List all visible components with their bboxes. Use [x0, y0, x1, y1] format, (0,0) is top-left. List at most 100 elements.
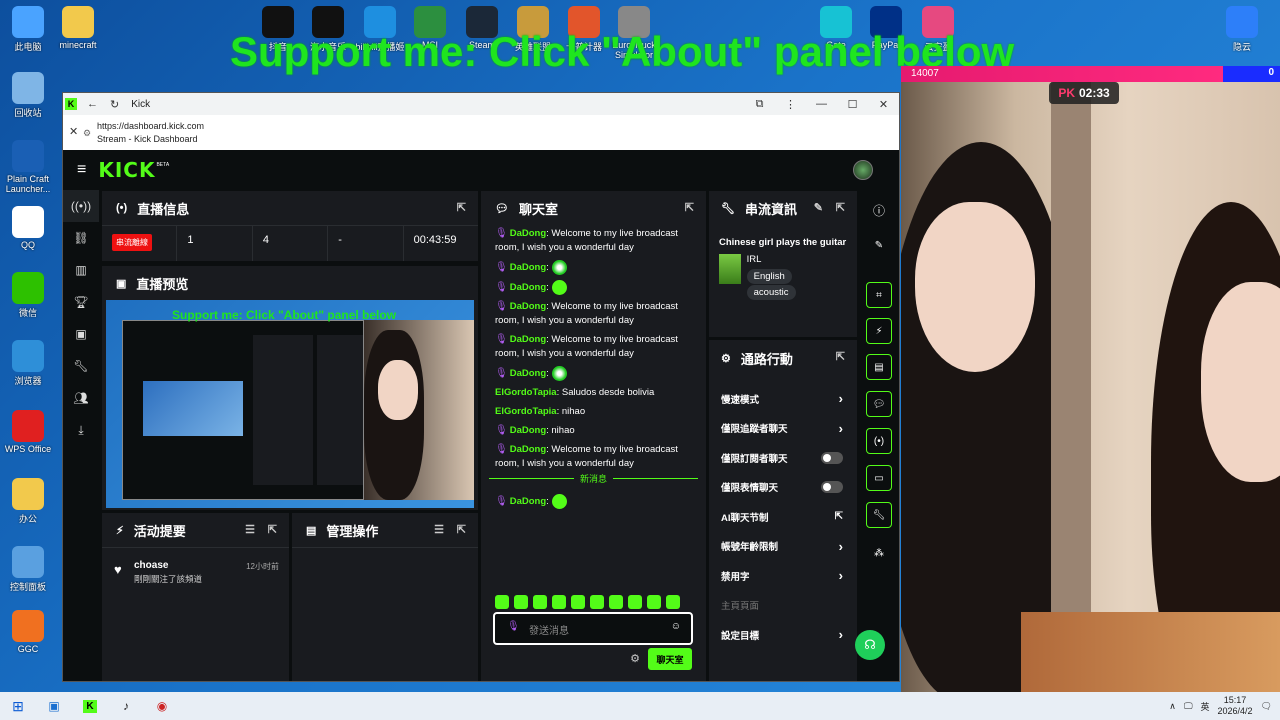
chat-username[interactable]: ElGordoTapia: [495, 406, 557, 417]
desktop-icon[interactable]: Plain Craft Launcher...: [0, 140, 56, 194]
desktop-icon[interactable]: 回收站: [0, 72, 56, 119]
emote-button[interactable]: [666, 595, 680, 609]
popout-icon[interactable]: ⇱: [836, 350, 845, 363]
emote-button[interactable]: [552, 595, 566, 609]
emote-button[interactable]: [590, 595, 604, 609]
send-chat-button[interactable]: 聊天室: [648, 648, 692, 670]
desktop-icon[interactable]: 办公: [0, 478, 56, 525]
input-language[interactable]: 英: [1201, 700, 1210, 713]
emote-button[interactable]: [628, 595, 642, 609]
desktop-icon[interactable]: 浏览器: [0, 340, 56, 387]
reload-icon[interactable]: ↻: [110, 98, 119, 111]
start-icon[interactable]: ⊞: [0, 692, 36, 720]
notification-icon[interactable]: 🗨︎: [1261, 701, 1272, 712]
hamburger-menu-icon[interactable]: ≡: [77, 161, 86, 179]
shortcut-item[interactable]: 僅限表情聊天: [709, 473, 857, 503]
emote-button[interactable]: [533, 595, 547, 609]
shortcut-item[interactable]: 慢速模式 ›: [709, 384, 857, 414]
shortcut-item[interactable]: 僅限訂閱者聊天: [709, 443, 857, 473]
chat-bubble-icon[interactable]: 💬︎: [866, 391, 892, 417]
emote-button[interactable]: [514, 595, 528, 609]
wrench-icon[interactable]: 🔧︎: [63, 350, 99, 382]
network-icon[interactable]: 🖵︎: [1184, 701, 1193, 712]
kick-logo[interactable]: KICK: [98, 158, 155, 182]
nodes-icon[interactable]: ⁂: [866, 540, 892, 566]
edit-icon[interactable]: ✎: [866, 232, 892, 258]
gear-icon[interactable]: ⚙: [630, 652, 640, 665]
popout-icon[interactable]: ⇱: [685, 201, 694, 214]
close-window-button[interactable]: ✕: [868, 98, 899, 111]
desktop-icon[interactable]: WPS Office: [0, 410, 56, 454]
shortcut-item[interactable]: 設定目標 ›: [709, 620, 857, 650]
bolt-icon[interactable]: ⚡︎: [866, 318, 892, 344]
emote-button[interactable]: [495, 595, 509, 609]
toggle-switch[interactable]: [821, 481, 843, 494]
shortcut-item[interactable]: 禁用字 ›: [709, 561, 857, 591]
help-headset-icon[interactable]: ☊: [855, 630, 885, 660]
chat-username[interactable]: DaDong: [510, 368, 546, 379]
close-icon[interactable]: ✕: [69, 126, 78, 139]
chat-username[interactable]: DaDong: [510, 334, 546, 345]
emote-button[interactable]: [609, 595, 623, 609]
capture-icon[interactable]: ⌗: [866, 282, 892, 308]
menu-dots-icon[interactable]: ⋮: [775, 98, 806, 111]
taskbar-tiktok-icon[interactable]: ♪: [108, 692, 144, 720]
trophy-icon[interactable]: 🏆︎: [63, 286, 99, 318]
popout-icon[interactable]: ⇱: [457, 201, 466, 214]
shortcut-item[interactable]: 帳號年齡限制 ›: [709, 532, 857, 562]
emote-button[interactable]: [647, 595, 661, 609]
desktop-icon[interactable]: QQ: [0, 206, 56, 250]
taskbar-desktop-icon[interactable]: ▣: [36, 692, 72, 720]
chat-username[interactable]: DaDong: [510, 425, 546, 436]
taskbar-recorder-icon[interactable]: ◉: [144, 692, 180, 720]
users-icon[interactable]: 👥︎: [63, 382, 99, 414]
taskbar-kick-icon[interactable]: K: [72, 692, 108, 720]
chat-username[interactable]: DaDong: [510, 262, 546, 273]
chat-username[interactable]: DaDong: [510, 301, 546, 312]
info-icon[interactable]: ⓘ: [866, 197, 892, 223]
layout-icon[interactable]: ▭: [866, 465, 892, 491]
desktop-icon[interactable]: minecraft: [50, 6, 106, 50]
url-text[interactable]: https://dashboard.kick.com: [97, 120, 899, 133]
desktop-icon[interactable]: 控制面板: [0, 546, 56, 593]
popout-icon[interactable]: ⇱: [836, 201, 845, 214]
document-icon[interactable]: ▤: [866, 354, 892, 380]
shortcut-item[interactable]: AI聊天节制 ⇱: [709, 502, 857, 532]
chat-username[interactable]: DaDong: [510, 228, 546, 239]
video-icon[interactable]: ▣: [63, 318, 99, 350]
clock[interactable]: 15:17 2026/4/2: [1218, 695, 1253, 717]
shortcut-item[interactable]: 僅限追蹤者聊天 ›: [709, 414, 857, 444]
chat-username[interactable]: DaDong: [510, 444, 546, 455]
desktop-icon[interactable]: 隐云: [1214, 6, 1270, 53]
avatar[interactable]: [853, 160, 873, 180]
taskbar: ⊞ ▣ K ♪ ◉ ∧ 🖵︎ 英 15:17 2026/4/2 🗨︎: [0, 692, 1280, 720]
minimize-button[interactable]: —: [806, 98, 837, 111]
desktop-icon[interactable]: GGC: [0, 610, 56, 654]
chat-username[interactable]: DaDong: [510, 496, 546, 507]
toggle-switch[interactable]: [821, 451, 843, 464]
chat-username[interactable]: DaDong: [510, 282, 546, 293]
popout-icon[interactable]: ⇱: [268, 523, 277, 536]
filter-icon[interactable]: ☰: [245, 523, 255, 536]
analytics-icon[interactable]: ▥: [63, 254, 99, 286]
edit-icon[interactable]: ✎: [814, 201, 823, 214]
desktop-icon[interactable]: 微信: [0, 272, 56, 319]
popout-icon[interactable]: ⇱: [457, 523, 466, 536]
wrench-icon[interactable]: 🔧︎: [866, 502, 892, 528]
desktop-icon[interactable]: 此电脑: [0, 6, 56, 53]
extension-icon[interactable]: ⧉: [744, 98, 775, 111]
link-icon[interactable]: ⛓: [63, 222, 99, 254]
maximize-button[interactable]: ☐: [837, 98, 868, 111]
chat-input[interactable]: 🎙︎ 發送消息 ☺: [493, 612, 693, 645]
chevron-up-icon[interactable]: ∧: [1169, 701, 1176, 712]
download-icon[interactable]: ⤓: [63, 414, 99, 446]
emote-button[interactable]: [571, 595, 585, 609]
stream-preview[interactable]: Support me: Click "About" panel below: [106, 300, 474, 508]
broadcast-icon[interactable]: (•): [866, 428, 892, 454]
site-info-icon[interactable]: ⚙: [83, 127, 91, 140]
chat-username[interactable]: ElGordoTapia: [495, 387, 557, 398]
broadcast-icon[interactable]: ((•)): [63, 190, 99, 222]
emoji-icon[interactable]: ☺: [671, 621, 681, 632]
back-arrow-icon[interactable]: ←: [87, 98, 98, 110]
filter-icon[interactable]: ☰: [434, 523, 444, 536]
